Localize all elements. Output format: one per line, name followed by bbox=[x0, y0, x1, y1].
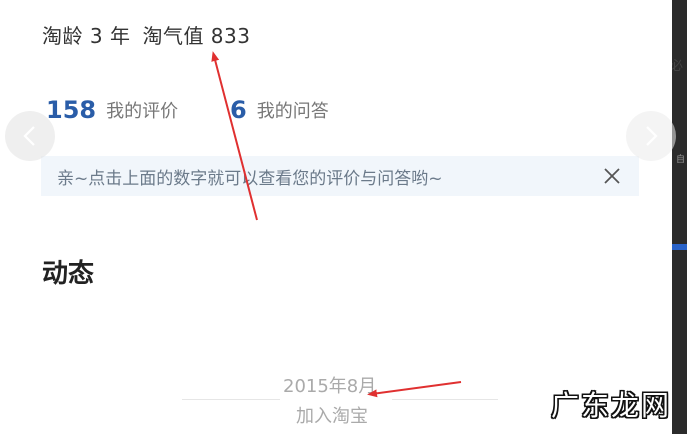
taoqi-score[interactable]: 淘气值 833 bbox=[142, 24, 250, 48]
timeline-date: 2015年8月 bbox=[283, 376, 377, 397]
timeline-event: 加入淘宝 bbox=[296, 406, 368, 427]
timeline-divider-left bbox=[182, 399, 280, 400]
qa-label: 我的问答 bbox=[256, 101, 329, 122]
background-accent-strip bbox=[672, 244, 687, 250]
watermark-logo: 广东龙网 bbox=[551, 389, 672, 422]
timeline-divider-right bbox=[392, 399, 498, 400]
qa-count[interactable]: 6 bbox=[230, 96, 247, 124]
chevron-right-icon bbox=[646, 126, 658, 146]
tip-banner: 亲~点击上面的数字就可以查看您的评价与问答哟~ bbox=[41, 156, 639, 196]
profile-panel: 淘龄 3 年淘气值 833 158 我的评价 6 我的问答 亲~点击上面的数字就可以… bbox=[0, 0, 672, 434]
tip-text: 亲~点击上面的数字就可以查看您的评价与问答哟~ bbox=[57, 168, 443, 189]
reviews-label: 我的评价 bbox=[106, 101, 179, 122]
reviews-stat[interactable]: 158 我的评价 bbox=[46, 96, 178, 124]
close-icon[interactable] bbox=[603, 167, 621, 185]
qa-stat[interactable]: 6 我的问答 bbox=[230, 96, 329, 124]
account-info: 淘龄 3 年淘气值 833 bbox=[42, 20, 250, 49]
chevron-left-icon bbox=[23, 126, 35, 146]
carousel-prev-button[interactable] bbox=[5, 111, 55, 161]
feed-title: 动态 bbox=[42, 259, 95, 289]
account-age: 淘龄 3 年 bbox=[42, 24, 131, 48]
adjacent-card-subtext: 自 bbox=[676, 155, 686, 165]
carousel-next-button[interactable] bbox=[626, 111, 676, 161]
